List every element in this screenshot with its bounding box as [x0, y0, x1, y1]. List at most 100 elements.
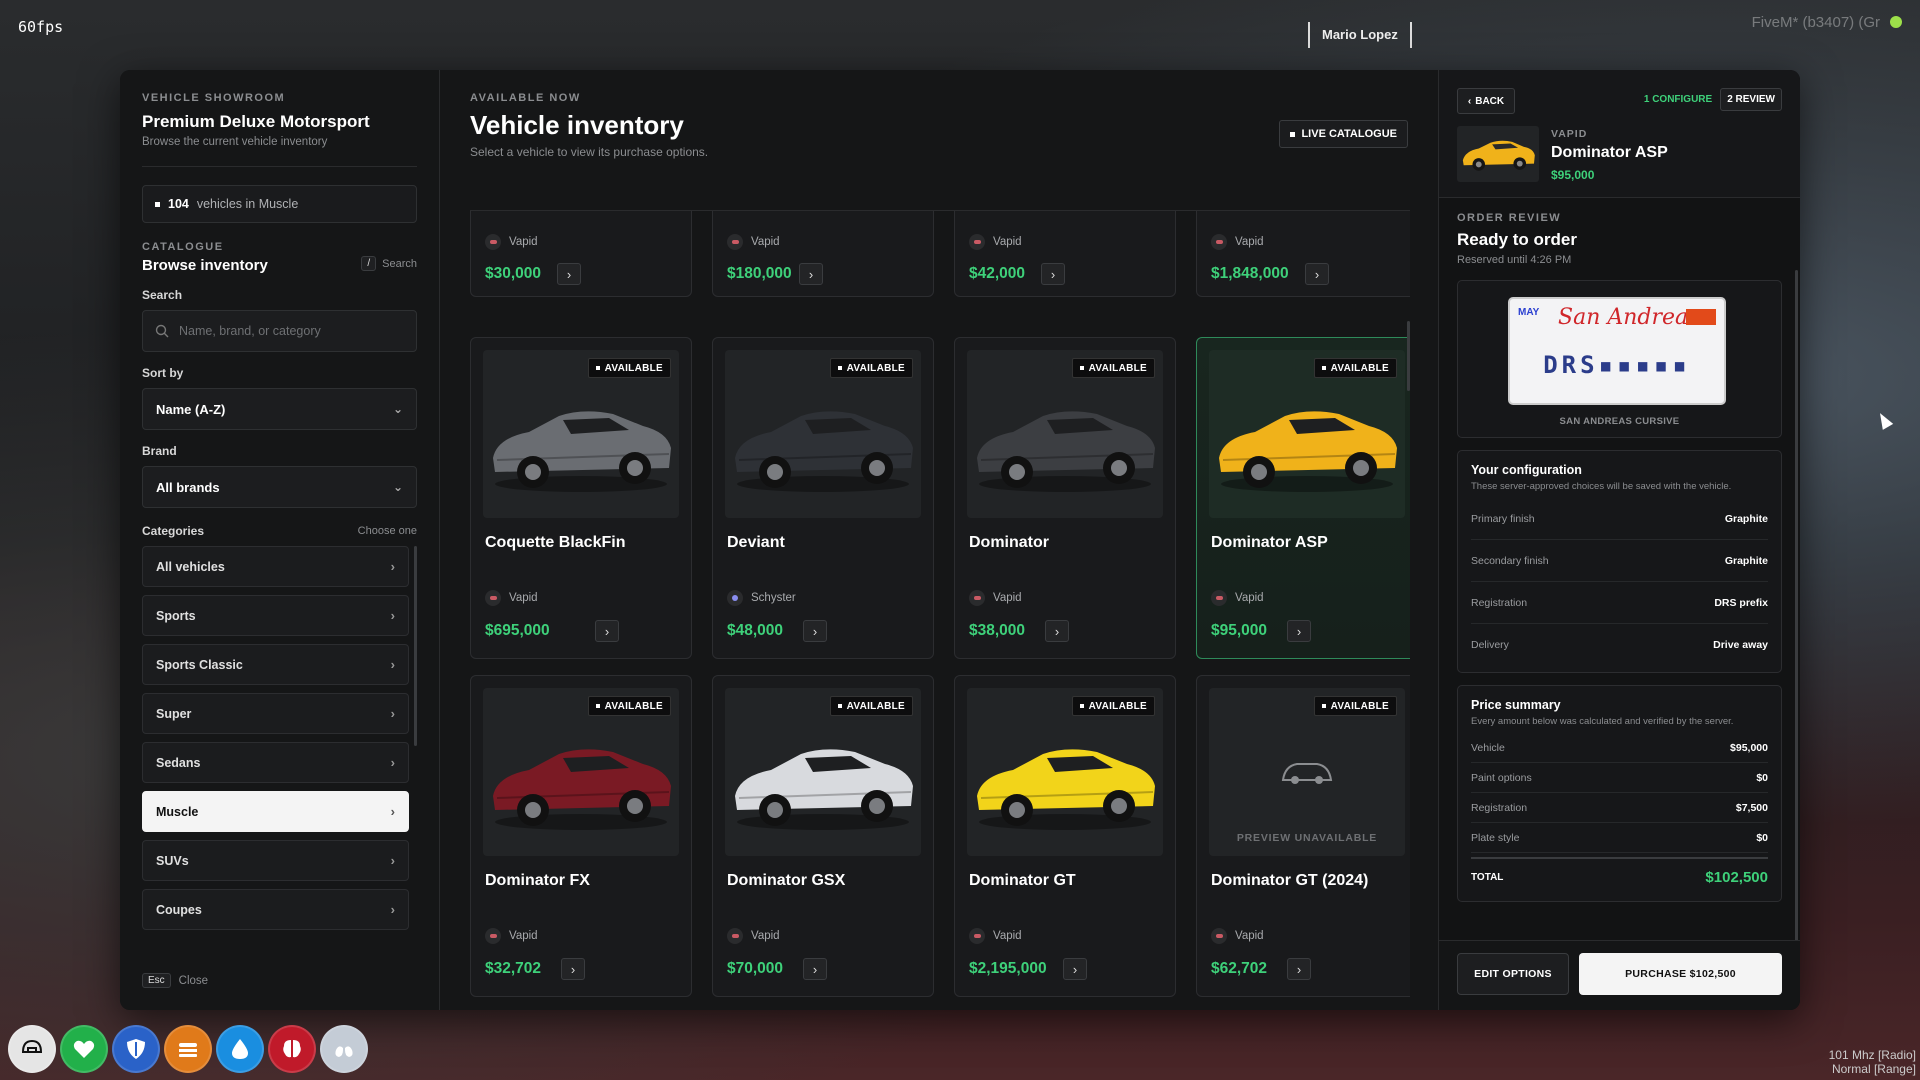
- brand-row: Vapid: [969, 234, 1022, 250]
- category-item[interactable]: All vehicles ›: [142, 546, 409, 587]
- vehicle-name: Dominator FX: [485, 872, 590, 889]
- vehicle-price: $70,000: [727, 960, 784, 977]
- vehicle-preview: AVAILABLE: [483, 688, 679, 856]
- vehicle-price: $30,000: [485, 265, 542, 282]
- selected-vehicle-name: Dominator ASP: [1551, 144, 1668, 161]
- view-vehicle-button[interactable]: ›: [803, 620, 827, 642]
- vehicle-card[interactable]: Vapid $42,000 ›: [954, 211, 1176, 297]
- food-icon: [164, 1025, 212, 1073]
- car-image: [493, 411, 671, 492]
- brand-value: All brands: [156, 479, 220, 495]
- category-label: Muscle: [156, 804, 199, 819]
- fps-counter: 60fps: [18, 18, 64, 36]
- vehicle-card[interactable]: AVAILABLE Coquette BlackFin Vapid $695,000 ›: [470, 337, 692, 659]
- vehicle-price: $48,000: [727, 622, 784, 639]
- view-vehicle-button[interactable]: ›: [799, 263, 823, 285]
- plate-month: MAY: [1518, 307, 1540, 318]
- vehicle-card[interactable]: AVAILABLE Dominator GT Vapid $2,195,000 ›: [954, 675, 1176, 997]
- vehicle-price: $95,000: [1211, 622, 1268, 639]
- selected-brand: VAPID: [1551, 128, 1588, 140]
- price-row: Plate style $0: [1471, 823, 1768, 853]
- radio-frequency: 101 Mhz [Radio]: [1828, 1048, 1916, 1062]
- category-item[interactable]: Sports ›: [142, 595, 409, 636]
- category-item[interactable]: Sedans ›: [142, 742, 409, 783]
- back-button[interactable]: ‹ BACK: [1457, 88, 1515, 114]
- square-bullet-icon: [1321, 704, 1326, 708]
- showroom-modal: VEHICLE SHOWROOM Premium Deluxe Motorspo…: [120, 70, 1800, 1010]
- brand-name: Vapid: [1235, 930, 1264, 942]
- vehicle-card[interactable]: AVAILABLE Dominator Vapid $38,000 ›: [954, 337, 1176, 659]
- step-configure[interactable]: 1 CONFIGURE: [1644, 94, 1712, 105]
- vehicle-card[interactable]: Vapid $180,000 ›: [712, 211, 934, 297]
- category-item[interactable]: SUVs ›: [142, 840, 409, 881]
- category-item[interactable]: Coupes ›: [142, 889, 409, 930]
- vehicle-card[interactable]: AVAILABLE Dominator GSX Vapid $70,000 ›: [712, 675, 934, 997]
- vehicle-price: $2,195,000: [969, 960, 1047, 977]
- view-vehicle-button[interactable]: ›: [1041, 263, 1065, 285]
- search-input[interactable]: Name, brand, or category: [142, 310, 417, 352]
- purchase-button[interactable]: PURCHASE $102,500: [1579, 953, 1782, 995]
- vehicle-card[interactable]: AVAILABLE Dominator ASP Vapid $95,000 ›: [1196, 337, 1410, 659]
- view-vehicle-button[interactable]: ›: [1063, 958, 1087, 980]
- price-row: Vehicle $95,000: [1471, 733, 1768, 763]
- water-icon: [216, 1025, 264, 1073]
- brand-name: Vapid: [509, 592, 538, 604]
- brand-select[interactable]: All brands ⌄: [142, 466, 417, 508]
- car-image: [977, 749, 1155, 830]
- order-scrollbar[interactable]: [1795, 270, 1798, 970]
- close-hint[interactable]: Esc Close: [142, 973, 208, 988]
- vapid-logo-icon: [485, 590, 501, 606]
- sort-select[interactable]: Name (A-Z) ⌄: [142, 388, 417, 430]
- dealership-title: Premium Deluxe Motorsport: [142, 112, 370, 131]
- view-vehicle-button[interactable]: ›: [803, 958, 827, 980]
- category-label: Sports Classic: [156, 657, 243, 672]
- brand-name: Vapid: [993, 236, 1022, 248]
- view-vehicle-button[interactable]: ›: [561, 958, 585, 980]
- vehicle-card[interactable]: AVAILABLE Deviant Schyster $48,000 ›: [712, 337, 934, 659]
- step-review[interactable]: 2 REVIEW: [1720, 88, 1782, 111]
- view-vehicle-button[interactable]: ›: [1045, 620, 1069, 642]
- brand-name: Vapid: [751, 930, 780, 942]
- divider: [142, 166, 417, 167]
- sort-value: Name (A-Z): [156, 401, 226, 417]
- vehicle-count-box: 104 vehicles in Muscle: [142, 185, 417, 223]
- vehicle-card[interactable]: AVAILABLE Dominator FX Vapid $32,702 ›: [470, 675, 692, 997]
- category-label: Super: [156, 706, 192, 721]
- square-bullet-icon: [155, 201, 160, 207]
- brand-name: Vapid: [993, 930, 1022, 942]
- search-shortcut: / Search: [361, 256, 417, 271]
- live-catalogue-button[interactable]: LIVE CATALOGUE: [1279, 120, 1408, 148]
- config-key: Secondary finish: [1471, 554, 1549, 567]
- vehicle-card[interactable]: Vapid $1,848,000 ›: [1196, 211, 1410, 297]
- chevron-down-icon: ⌄: [392, 402, 403, 416]
- close-label: Close: [178, 974, 209, 987]
- view-vehicle-button[interactable]: ›: [1287, 620, 1311, 642]
- price-title: Price summary: [1471, 698, 1561, 712]
- view-vehicle-button[interactable]: ›: [557, 263, 581, 285]
- vehicle-price: $38,000: [969, 622, 1026, 639]
- vehicle-price: $180,000: [727, 265, 792, 282]
- edit-options-button[interactable]: EDIT OPTIONS: [1457, 953, 1569, 995]
- price-summary: Price summary Every amount below was cal…: [1457, 685, 1782, 902]
- category-item[interactable]: Super ›: [142, 693, 409, 734]
- vehicle-price: $695,000: [485, 622, 550, 639]
- brand-row: Vapid: [1211, 928, 1264, 944]
- vehicle-price: $1,848,000: [1211, 265, 1289, 282]
- category-item[interactable]: Muscle ›: [142, 791, 409, 832]
- chevron-right-icon: ›: [390, 706, 395, 721]
- view-vehicle-button[interactable]: ›: [595, 620, 619, 642]
- view-vehicle-button[interactable]: ›: [1287, 958, 1311, 980]
- vehicle-card[interactable]: Vapid $30,000 ›: [470, 211, 692, 297]
- vehicle-card[interactable]: AVAILABLE PREVIEW UNAVAILABLE Dominator GT…: [1196, 675, 1410, 997]
- category-item[interactable]: Sports Classic ›: [142, 644, 409, 685]
- vehicle-count-label: vehicles in Muscle: [196, 197, 299, 211]
- badge-label: AVAILABLE: [1088, 700, 1147, 712]
- category-scrollbar[interactable]: [414, 546, 417, 746]
- view-vehicle-button[interactable]: ›: [1305, 263, 1329, 285]
- availability-badge: AVAILABLE: [1071, 696, 1155, 716]
- price-value: $95,000: [1730, 741, 1768, 754]
- vehicle-grid: Vapid $30,000 › Vapid $180,000 › Vapid $42,000 ›…: [470, 210, 1410, 1010]
- badge-label: AVAILABLE: [604, 700, 663, 712]
- grid-scrollbar[interactable]: [1407, 321, 1410, 391]
- order-steps: 1 CONFIGURE 2 REVIEW: [1644, 88, 1782, 111]
